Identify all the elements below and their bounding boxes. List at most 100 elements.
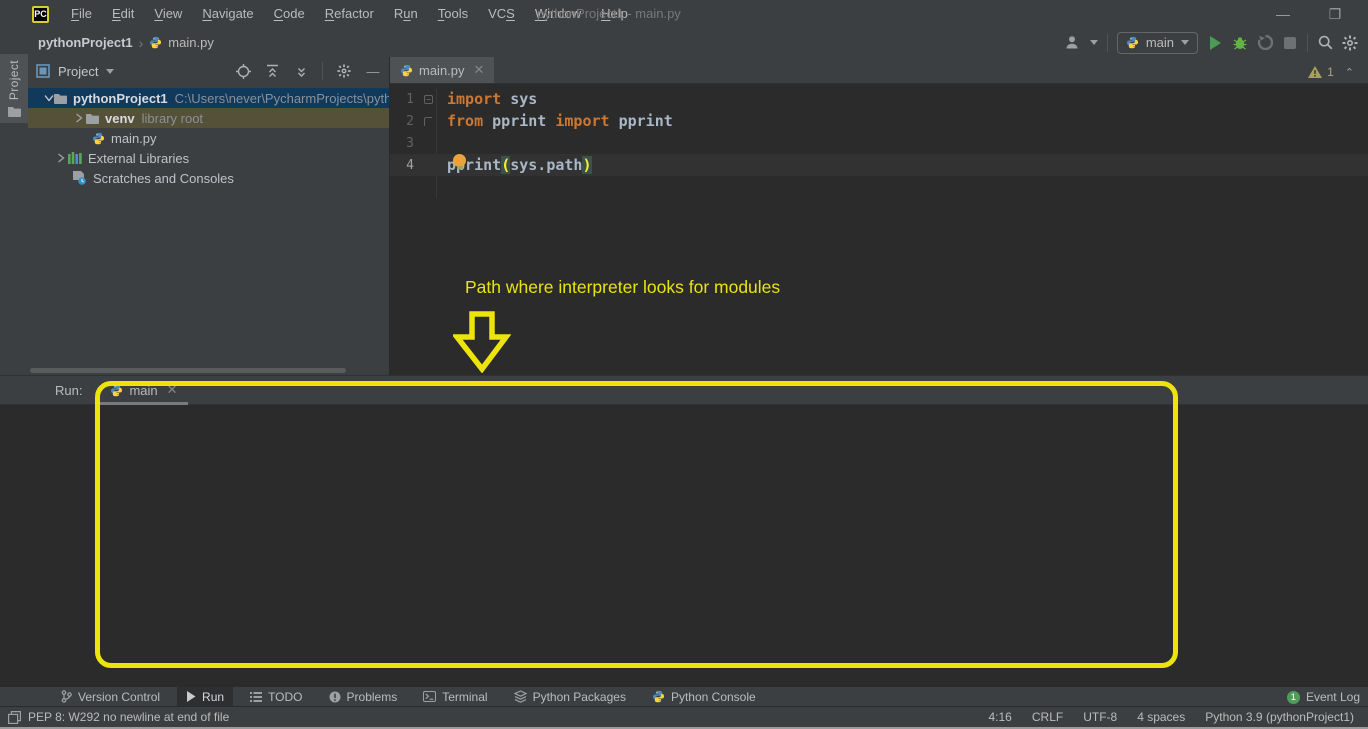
- tree-item-venv[interactable]: venvlibrary root: [28, 108, 389, 128]
- toolwindow-button-problems[interactable]: Problems: [320, 687, 407, 707]
- menu-refactor[interactable]: Refactor: [315, 0, 384, 28]
- code-line-2[interactable]: 2 from pprint import pprint: [390, 110, 1368, 132]
- toolwindow-button-terminal[interactable]: Terminal: [414, 687, 496, 707]
- play-icon: [186, 691, 196, 702]
- chevron-down-icon[interactable]: [106, 69, 114, 74]
- toolwindow-button-python-console[interactable]: Python Console: [643, 687, 765, 707]
- code-viewport[interactable]: 1import sys 2 from pprint import pprint 34p…: [390, 88, 1368, 176]
- run-tab-main[interactable]: main ✕: [100, 375, 187, 405]
- python-file-icon: [149, 36, 162, 49]
- menu-file[interactable]: File: [61, 0, 102, 28]
- inspections-widget[interactable]: 1 ⌃: [1308, 65, 1354, 79]
- restore-button[interactable]: ❐: [1322, 6, 1348, 23]
- tree-item-label: main.py: [111, 131, 157, 146]
- chevron-right-icon[interactable]: [72, 113, 86, 123]
- menu-view[interactable]: View: [144, 0, 192, 28]
- toolwindow-button-label: Problems: [347, 690, 398, 704]
- main-toolbar: main: [1065, 28, 1358, 57]
- stripe-project-label: Project: [7, 60, 21, 100]
- run-configuration-select[interactable]: main: [1117, 32, 1198, 54]
- coverage-button[interactable]: [1257, 35, 1273, 51]
- code-line-3[interactable]: 3: [390, 132, 1368, 154]
- stripe-tab-project[interactable]: Project: [0, 54, 28, 123]
- pycharm-logo-icon: PC: [32, 6, 49, 23]
- chevron-right-icon: ›: [139, 35, 144, 51]
- toolbar-divider: [322, 62, 323, 80]
- panel-settings-gear-icon[interactable]: [336, 63, 352, 79]
- intention-bulb-icon[interactable]: [453, 154, 466, 167]
- collapse-all-icon[interactable]: [293, 63, 309, 79]
- project-panel-title[interactable]: Project: [58, 64, 98, 79]
- stop-button[interactable]: [1282, 35, 1298, 51]
- horizontal-scrollbar[interactable]: [30, 368, 346, 373]
- close-tab-icon[interactable]: ✕: [474, 62, 485, 78]
- toolbar-divider: [1307, 34, 1308, 52]
- menu-vcs[interactable]: VCS: [478, 0, 525, 28]
- branch-icon: [61, 690, 72, 703]
- close-tab-icon[interactable]: ✕: [167, 382, 178, 398]
- event-log-button[interactable]: 1 Event Log: [1287, 687, 1360, 707]
- debug-button[interactable]: [1232, 35, 1248, 51]
- warning-count: 1: [1327, 65, 1334, 79]
- user-avatar-icon[interactable]: [1065, 35, 1081, 51]
- python-icon: [110, 384, 123, 397]
- run-tab-label: main: [129, 383, 157, 398]
- editor-tab-label: main.py: [419, 63, 465, 78]
- settings-gear-icon[interactable]: [1342, 35, 1358, 51]
- layered-windows-icon[interactable]: [8, 711, 21, 724]
- toolwindow-button-todo[interactable]: TODO: [241, 687, 311, 707]
- menu-run[interactable]: Run: [384, 0, 428, 28]
- toolwindow-button-run[interactable]: Run: [177, 687, 233, 707]
- tree-item-external-libraries[interactable]: External Libraries: [28, 148, 389, 168]
- window-controls: — ❐: [1270, 0, 1348, 28]
- chevron-right-icon[interactable]: [54, 153, 68, 163]
- toolwindow-button-version-control[interactable]: Version Control: [52, 687, 169, 707]
- menu-edit[interactable]: Edit: [102, 0, 144, 28]
- python-icon: [92, 132, 105, 145]
- scratches-icon: [72, 171, 87, 185]
- navigation-bar: pythonProject1 › main.py main: [28, 28, 1368, 57]
- project-header: Project —: [28, 57, 389, 85]
- toolwindow-button-python-packages[interactable]: Python Packages: [505, 687, 635, 707]
- editor-area: main.py ✕ 1import sys 2 from pprint import…: [390, 57, 1368, 375]
- code-text: from pprint import pprint: [447, 112, 673, 130]
- code-line-4[interactable]: 4pprint(sys.path): [390, 154, 1368, 176]
- toolbar-divider: [1107, 34, 1108, 52]
- search-everywhere-icon[interactable]: [1317, 35, 1333, 51]
- menu-tools[interactable]: Tools: [428, 0, 478, 28]
- tree-item-pythonproject1[interactable]: pythonProject1C:\Users\never\PycharmProj…: [28, 88, 389, 108]
- active-tab-underline: [100, 402, 187, 405]
- run-button[interactable]: [1207, 35, 1223, 51]
- tree-item-main-py[interactable]: main.py: [28, 128, 389, 148]
- chevron-down-icon[interactable]: [1090, 40, 1098, 45]
- chevron-down-icon[interactable]: [44, 94, 54, 102]
- breadcrumb-project[interactable]: pythonProject1: [38, 35, 133, 50]
- hide-panel-icon[interactable]: —: [365, 63, 381, 79]
- terminal-icon: [423, 691, 436, 702]
- breadcrumb-file[interactable]: main.py: [168, 35, 214, 50]
- status-item-4-16[interactable]: 4:16: [989, 710, 1012, 724]
- status-item-python-3-9-pythonproject1-[interactable]: Python 3.9 (pythonProject1): [1205, 710, 1354, 724]
- status-item-utf-8[interactable]: UTF-8: [1083, 710, 1117, 724]
- menu-navigate[interactable]: Navigate: [192, 0, 263, 28]
- toolwindow-button-label: TODO: [268, 690, 302, 704]
- title-bar: PC FileEditViewNavigateCodeRefactorRunTo…: [0, 0, 1368, 28]
- minimize-button[interactable]: —: [1270, 6, 1296, 22]
- editor-tab-main-py[interactable]: main.py ✕: [390, 57, 494, 83]
- pycharm-window: PC FileEditViewNavigateCodeRefactorRunTo…: [0, 0, 1368, 729]
- run-panel-label: Run:: [55, 383, 82, 398]
- fold-marker[interactable]: [414, 117, 447, 126]
- editor-tab-bar: main.py ✕: [390, 57, 1368, 84]
- line-number: 4: [390, 158, 414, 173]
- status-item-4-spaces[interactable]: 4 spaces: [1137, 710, 1185, 724]
- menu-code[interactable]: Code: [264, 0, 315, 28]
- tree-item-scratches-and-consoles[interactable]: Scratches and Consoles: [28, 168, 389, 188]
- fold-marker[interactable]: [414, 95, 447, 104]
- status-item-crlf[interactable]: CRLF: [1032, 710, 1063, 724]
- code-line-1[interactable]: 1import sys: [390, 88, 1368, 110]
- expand-all-icon[interactable]: [264, 63, 280, 79]
- locate-file-icon[interactable]: [235, 63, 251, 79]
- status-message[interactable]: PEP 8: W292 no newline at end of file: [28, 710, 229, 724]
- chevron-up-icon[interactable]: ⌃: [1345, 66, 1354, 79]
- line-number: 2: [390, 114, 414, 129]
